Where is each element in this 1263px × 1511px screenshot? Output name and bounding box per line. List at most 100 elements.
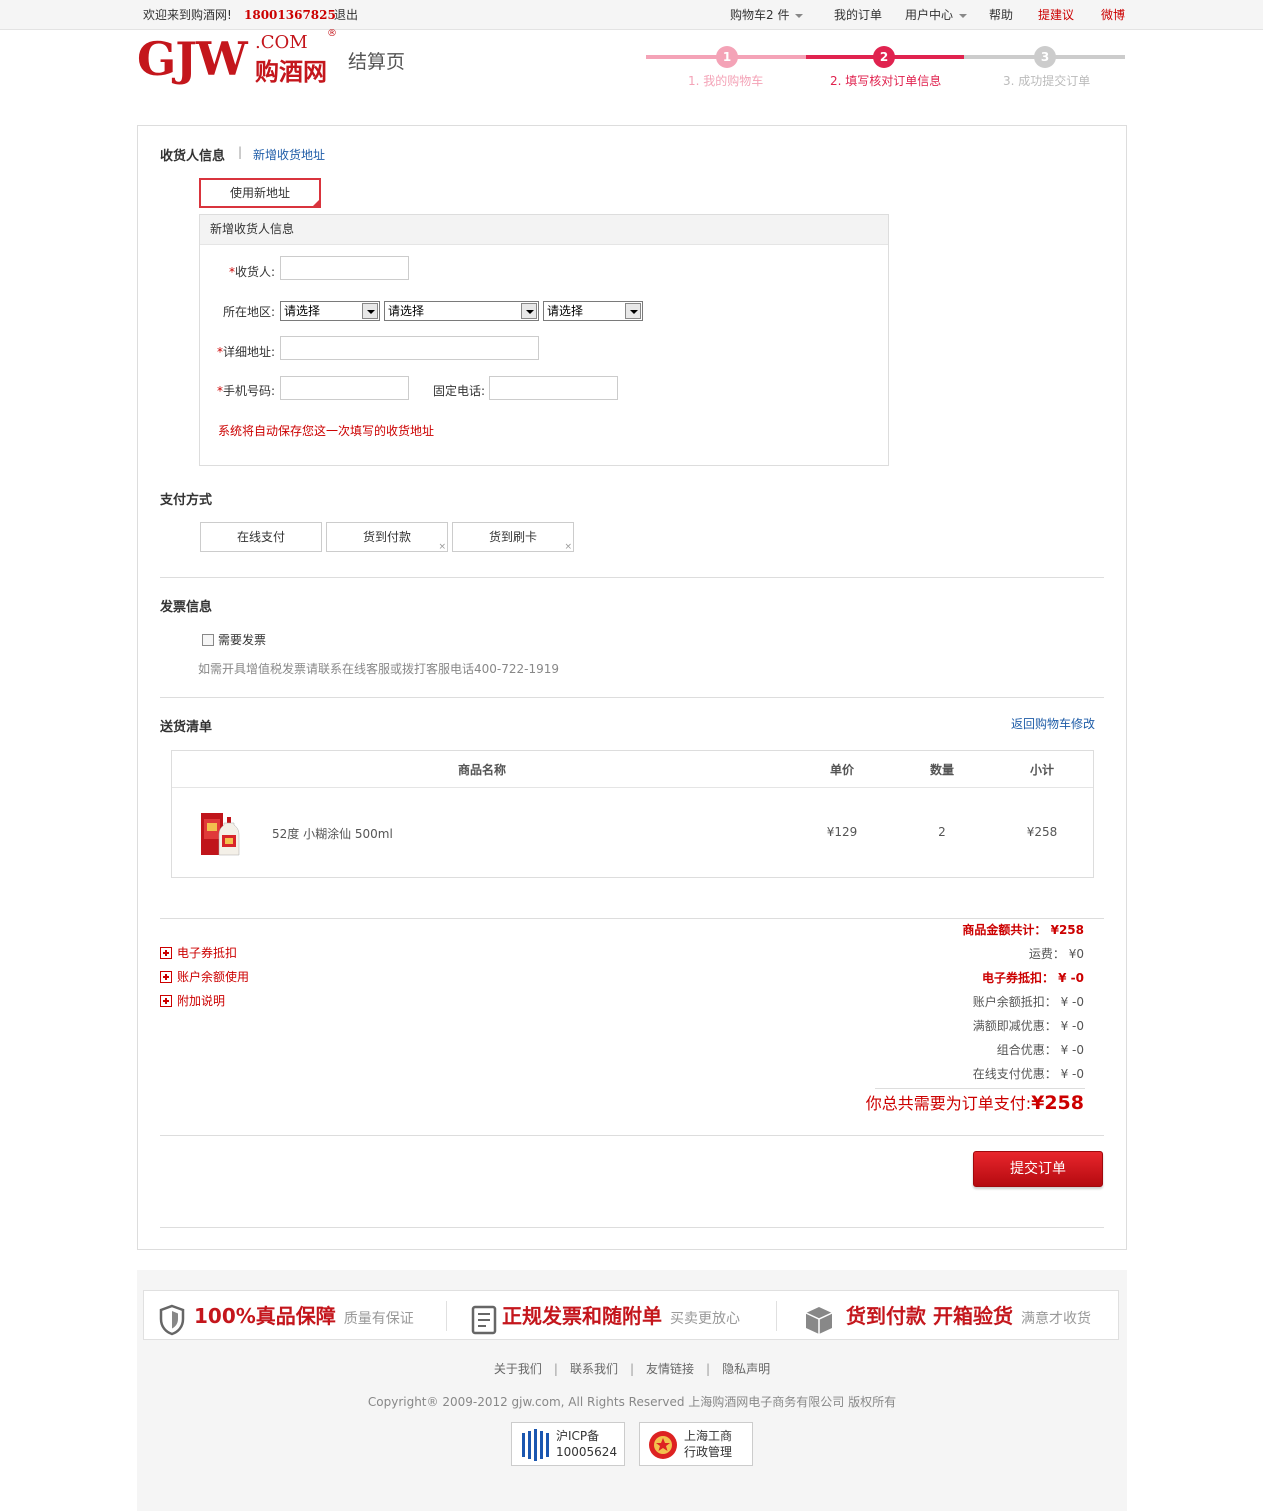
- receiver-name-input[interactable]: [280, 256, 409, 280]
- grand-total: 你总共需要为订单支付:¥258: [866, 1090, 1084, 1114]
- autosave-note: 系统将自动保存您这一次填写的收货地址: [218, 424, 435, 438]
- balance-deduction: 账户余额抵扣： ¥ -0: [972, 995, 1084, 1009]
- region-label: 所在地区:: [222, 305, 275, 319]
- payment-title: 支付方式: [160, 493, 213, 508]
- divider: [160, 1135, 1104, 1136]
- checkout-panel: 收货人信息 | 新增收货地址 使用新地址 新增收货人信息 *收货人: 所在地区:…: [137, 125, 1127, 1250]
- grand-total-value: ¥258: [1031, 1092, 1084, 1114]
- step-3-label: 3. 成功提交订单: [1003, 74, 1091, 88]
- address-input[interactable]: [280, 336, 539, 360]
- business-license-badge[interactable]: 上海工商 行政管理: [639, 1422, 753, 1466]
- disabled-mark-icon: ×: [564, 542, 572, 552]
- footer-links: 关于我们 | 联系我们 | 友情链接 | 隐私声明: [493, 1362, 771, 1376]
- guarantee-invoice: 正规发票和随附单 买卖更放心: [470, 1291, 740, 1341]
- hotline-phone: 18001367825: [244, 8, 336, 22]
- separator: [776, 1301, 777, 1331]
- icp-text: 沪ICP备 10005624: [556, 1429, 618, 1459]
- step-1-label: 1. 我的购物车: [688, 74, 764, 88]
- header-divider: [172, 787, 1093, 788]
- weibo-link[interactable]: 微博: [1101, 0, 1125, 30]
- city-select[interactable]: 请选择: [384, 301, 539, 321]
- invoice-icon: [471, 1305, 497, 1334]
- pay-online-button[interactable]: 在线支付: [200, 522, 322, 552]
- receiver-title: 收货人信息: [160, 149, 226, 164]
- need-invoice-label: 需要发票: [218, 633, 267, 647]
- cart-menu-label: 购物车2 件: [730, 8, 790, 22]
- guarantee-bar: 100%真品保障 质量有保证 正规发票和随附单 买卖更放心 货到付款 开箱验货 满意才…: [143, 1290, 1119, 1340]
- use-new-address-label: 使用新地址: [229, 186, 290, 200]
- logout-link[interactable]: 退出: [334, 0, 358, 30]
- chevron-down-icon: [795, 13, 804, 18]
- product-subtotal: ¥258: [1026, 825, 1058, 839]
- grand-total-divider: [875, 1088, 1085, 1089]
- icp-badge[interactable]: 沪ICP备 10005624: [511, 1422, 625, 1466]
- add-address-link[interactable]: 新增收货地址: [253, 146, 325, 163]
- icp-icon: [522, 1429, 549, 1461]
- logo-registered: ®: [327, 28, 337, 39]
- separator: [446, 1301, 447, 1331]
- copyright: Copyright® 2009-2012 gjw.com, All Rights…: [367, 1395, 897, 1409]
- help-link[interactable]: 帮助: [989, 0, 1013, 30]
- logo-cn: 购酒网: [255, 58, 327, 86]
- shield-icon: [159, 1304, 185, 1335]
- chevron-down-icon: [959, 13, 968, 18]
- product-price: ¥129: [826, 825, 858, 839]
- plus-icon: [160, 995, 172, 1007]
- card-on-delivery-button[interactable]: 货到刷卡 ×: [452, 522, 574, 552]
- step-3-circle: 3: [1034, 46, 1056, 68]
- phone-label: 固定电话:: [433, 384, 486, 398]
- user-center-menu[interactable]: 用户中心: [905, 0, 968, 30]
- phone-input[interactable]: [489, 376, 618, 400]
- balance-toggle[interactable]: 账户余额使用: [160, 968, 249, 985]
- top-bar: 欢迎来到购酒网! 18001367825 退出 购物车2 件 我的订单 用户中心…: [0, 0, 1263, 30]
- mobile-label: *手机号码:: [216, 384, 275, 398]
- note-toggle[interactable]: 附加说明: [160, 992, 225, 1009]
- logo-com: .COM: [255, 32, 308, 53]
- product-qty: 2: [938, 825, 946, 839]
- col-header-name: 商品名称: [457, 763, 506, 777]
- step-2-label: 2. 填写核对订单信息: [830, 74, 942, 88]
- divider: [160, 697, 1104, 698]
- product-name-link[interactable]: 52度 小糊涂仙 500ml: [272, 825, 393, 842]
- coupon-toggle[interactable]: 电子券抵扣: [160, 944, 237, 961]
- my-orders-link[interactable]: 我的订单: [834, 0, 882, 30]
- product-image[interactable]: [200, 809, 246, 859]
- address-label: *详细地址:: [216, 345, 275, 359]
- guarantee-cod: 货到付款 开箱验货 满意才收货: [802, 1291, 1091, 1341]
- need-invoice-checkbox[interactable]: [202, 634, 214, 646]
- combo-discount: 组合优惠： ¥ -0: [996, 1043, 1084, 1057]
- plus-icon: [160, 971, 172, 983]
- contact-link[interactable]: 联系我们: [570, 1362, 618, 1376]
- cart-menu[interactable]: 购物车2 件: [730, 0, 804, 30]
- use-new-address-button[interactable]: 使用新地址: [199, 178, 321, 208]
- selected-corner-icon: [311, 198, 321, 208]
- submit-order-button[interactable]: 提交订单: [973, 1151, 1103, 1187]
- online-pay-discount: 在线支付优惠： ¥ -0: [972, 1067, 1084, 1081]
- new-address-form: 新增收货人信息 *收货人: 所在地区: 请选择 请选择 请选择 *详细地址: *…: [199, 214, 889, 466]
- package-icon: [805, 1306, 833, 1334]
- welcome-text: 欢迎来到购酒网!: [143, 8, 232, 22]
- delivery-title: 送货清单: [160, 720, 213, 735]
- grand-total-label: 你总共需要为订单支付:: [865, 1094, 1032, 1113]
- full-reduce-discount: 满额即减优惠： ¥ -0: [972, 1019, 1084, 1033]
- site-logo[interactable]: GJW .COM 购酒网 ®: [137, 28, 337, 86]
- chevron-down-icon: [362, 303, 378, 319]
- province-select[interactable]: 请选择: [280, 301, 380, 321]
- suggest-link[interactable]: 提建议: [1038, 0, 1074, 30]
- friend-links-link[interactable]: 友情链接: [646, 1362, 694, 1376]
- privacy-link[interactable]: 隐私声明: [722, 1362, 770, 1376]
- back-to-cart-link[interactable]: 返回购物车修改: [1011, 715, 1095, 732]
- mobile-input[interactable]: [280, 376, 409, 400]
- disabled-mark-icon: ×: [438, 542, 446, 552]
- pay-on-delivery-button[interactable]: 货到付款 ×: [326, 522, 448, 552]
- business-license-text: 上海工商 行政管理: [684, 1429, 733, 1459]
- logo-gjw: GJW: [137, 32, 248, 86]
- step-1-circle: 1: [716, 46, 738, 68]
- divider: [160, 577, 1104, 578]
- new-address-form-header: 新增收货人信息: [200, 215, 888, 245]
- step-2-circle: 2: [873, 46, 895, 68]
- divider: [160, 1227, 1104, 1228]
- district-select[interactable]: 请选择: [543, 301, 643, 321]
- emblem-icon: [649, 1431, 677, 1459]
- about-link[interactable]: 关于我们: [494, 1362, 542, 1376]
